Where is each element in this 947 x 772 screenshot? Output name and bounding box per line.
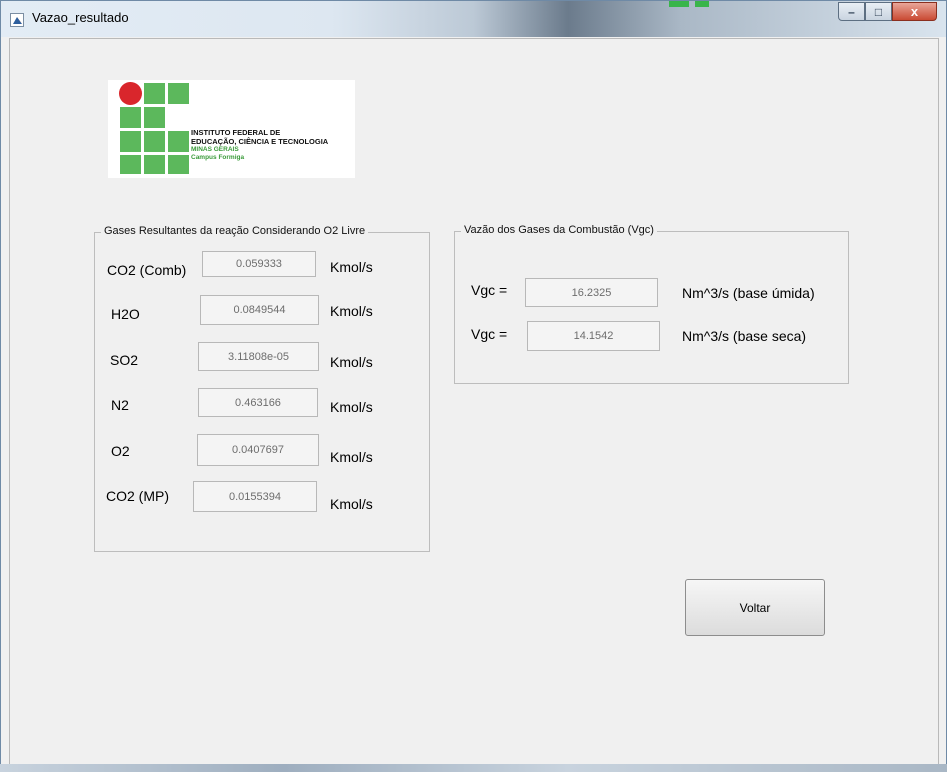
taskbar-fragment: [669, 1, 689, 7]
gas-value-field[interactable]: [200, 295, 319, 325]
taskbar-strip: [0, 764, 947, 772]
gas-unit: Kmol/s: [330, 354, 373, 370]
voltar-button-label: Voltar: [739, 600, 771, 615]
gas-unit: Kmol/s: [330, 496, 373, 512]
minimize-icon: –: [848, 4, 855, 19]
maximize-icon: □: [874, 4, 883, 19]
gas-value-field[interactable]: [198, 388, 318, 417]
ifmg-logo: INSTITUTO FEDERAL DE EDUCAÇÃO, CIÊNCIA E…: [108, 80, 355, 178]
close-button[interactable]: x: [892, 2, 937, 21]
logo-square: [120, 107, 141, 128]
logo-institution: INSTITUTO FEDERAL DE EDUCAÇÃO, CIÊNCIA E…: [191, 128, 329, 146]
gas-value-field[interactable]: [202, 251, 316, 277]
logo-square: [168, 83, 189, 104]
gas-unit: Kmol/s: [330, 449, 373, 465]
window-controls: – □ x: [838, 2, 937, 22]
gas-value-field[interactable]: [197, 434, 319, 466]
voltar-button[interactable]: Voltar: [685, 579, 825, 636]
gas-unit: Kmol/s: [330, 399, 373, 415]
taskbar-fragment: [695, 1, 709, 7]
vgc-label: Vgc =: [471, 326, 508, 342]
gas-label: O2: [111, 443, 130, 459]
vgc-group-title: Vazão dos Gases da Combustão (Vgc): [461, 224, 657, 236]
logo-square: [144, 83, 165, 104]
vgc-group: Vazão dos Gases da Combustão (Vgc): [454, 224, 849, 384]
gas-label: SO2: [110, 352, 139, 368]
vgc-dry-field[interactable]: [527, 321, 660, 351]
close-icon: x: [910, 3, 919, 19]
gas-label: H2O: [111, 306, 140, 322]
gas-label: CO2 (MP): [106, 488, 169, 504]
gas-unit: Kmol/s: [330, 259, 373, 275]
vgc-unit: Nm^3/s (base úmida): [682, 285, 815, 301]
maximize-button[interactable]: □: [865, 2, 892, 21]
matlab-figure-icon: [10, 13, 24, 27]
logo-line-2: EDUCAÇÃO, CIÊNCIA E TECNOLOGIA: [191, 136, 329, 146]
logo-square: [144, 107, 165, 128]
gas-unit: Kmol/s: [330, 303, 373, 319]
logo-red-dot: [119, 82, 142, 105]
gas-label: CO2 (Comb): [107, 262, 187, 278]
logo-square: [144, 155, 165, 174]
logo-line-3: MINAS GERAIS: [191, 146, 239, 153]
logo-line-4: Campus Formiga: [191, 154, 245, 161]
logo-campus: MINAS GERAIS Campus Formiga: [191, 146, 244, 162]
gas-value-field[interactable]: [198, 342, 319, 371]
vgc-wet-field[interactable]: [525, 278, 658, 307]
vgc-label: Vgc =: [471, 282, 508, 298]
minimize-button[interactable]: –: [838, 2, 865, 21]
logo-square: [168, 131, 189, 152]
gas-value-field[interactable]: [193, 481, 317, 512]
logo-square: [120, 155, 141, 174]
logo-square: [120, 131, 141, 152]
gas-label: N2: [111, 397, 129, 413]
vgc-unit: Nm^3/s (base seca): [682, 328, 807, 344]
logo-square: [144, 131, 165, 152]
logo-square: [168, 155, 189, 174]
title-bar[interactable]: Vazao_resultado – □ x: [1, 1, 946, 37]
gases-group-title: Gases Resultantes da reação Considerando…: [101, 225, 369, 237]
window-title: Vazao_resultado: [32, 10, 129, 25]
